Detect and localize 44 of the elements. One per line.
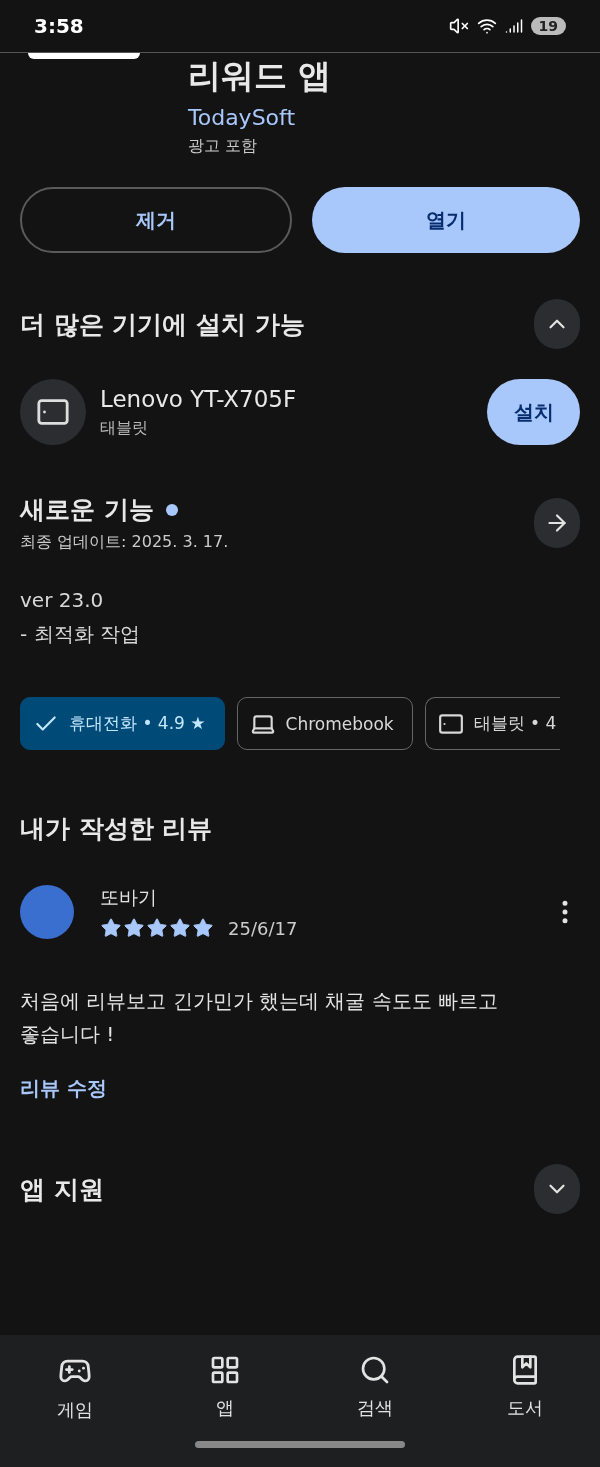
- search-icon: [359, 1354, 391, 1386]
- install-button[interactable]: 설치: [487, 379, 580, 445]
- nav-item[interactable]: 도서: [475, 1353, 575, 1423]
- device-chip[interactable]: 휴대전화 • 4.9 ★: [20, 697, 225, 750]
- star-icon: [100, 917, 122, 939]
- app-title: 리워드 앱: [188, 55, 332, 97]
- device-chip[interactable]: Chromebook: [236, 697, 413, 750]
- review-text: 처음에 리뷰보고 긴가민가 했는데 채굴 속도도 빠르고 좋습니다 !: [20, 988, 500, 1048]
- star-icon: [146, 917, 168, 939]
- review-author: 또바기: [100, 885, 158, 910]
- edit-review-link[interactable]: 리뷰 수정: [20, 1075, 107, 1102]
- arrow-button[interactable]: [534, 498, 580, 548]
- star-icon: [169, 917, 191, 939]
- release-note: ver 23.0: [20, 587, 105, 614]
- section-title: 내가 작성한 리뷰: [20, 814, 213, 843]
- device-chip[interactable]: 태블릿 • 4: [424, 697, 561, 750]
- device-type: 태블릿: [100, 417, 149, 439]
- collapse-button[interactable]: [534, 299, 580, 349]
- nav-item[interactable]: 게임: [25, 1353, 125, 1423]
- ads-note: 광고 포함: [188, 136, 259, 157]
- mute-icon: [448, 16, 469, 36]
- grid-icon: [209, 1354, 241, 1386]
- new-dot-icon: [165, 503, 178, 516]
- wifi-icon: [476, 16, 497, 36]
- developer-link[interactable]: TodaySoft: [188, 105, 332, 130]
- avatar: [20, 885, 74, 939]
- expand-button[interactable]: [534, 1164, 580, 1214]
- star-icon: [192, 917, 214, 939]
- open-button[interactable]: 열기: [312, 187, 580, 253]
- review-date: 25/6/17: [228, 917, 298, 939]
- uninstall-button[interactable]: 제거: [20, 187, 292, 253]
- device-name: Lenovo YT-X705F: [100, 385, 298, 412]
- battery-level: 19: [530, 17, 566, 35]
- section-title: 더 많은 기기에 설치 가능: [20, 308, 305, 341]
- nav-item[interactable]: 앱: [175, 1353, 275, 1423]
- signal-icon: [504, 17, 523, 35]
- section-title: 앱 지원: [20, 1173, 104, 1206]
- star-icon: [123, 917, 145, 939]
- update-date: 최종 업데이트: 2025. 3. 17.: [20, 532, 229, 553]
- app-icon: [28, 53, 140, 59]
- section-title: 새로운 기능: [20, 494, 154, 526]
- release-note: - 최적화 작업: [20, 621, 141, 648]
- status-time: 3:58: [34, 14, 84, 38]
- nav-item[interactable]: 검색: [325, 1353, 425, 1423]
